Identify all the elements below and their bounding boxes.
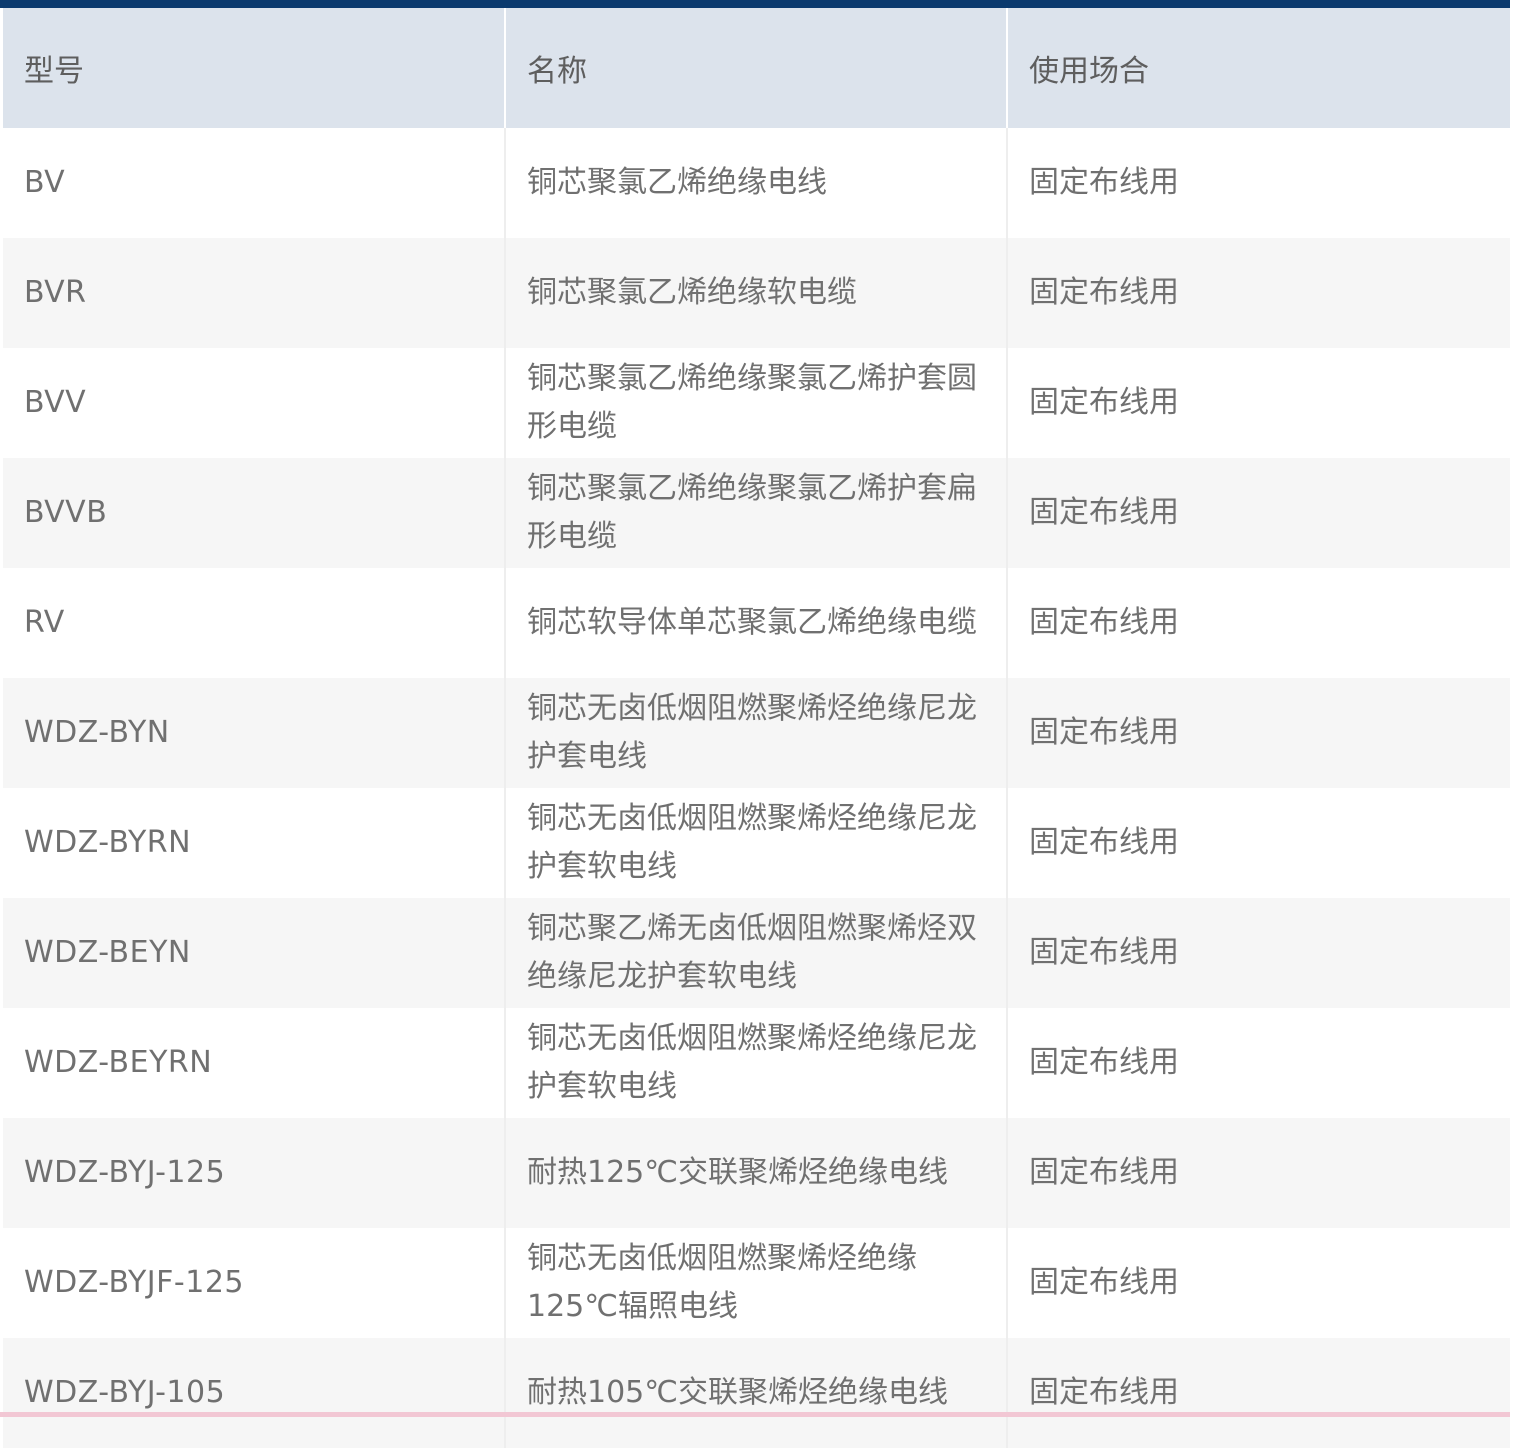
cell-model: WDZ-BEYN bbox=[3, 898, 506, 1008]
cell-usage: 固定布线用 bbox=[1007, 238, 1510, 348]
cell-model: BVR bbox=[3, 238, 506, 348]
cell-model: BVVB bbox=[3, 458, 506, 568]
table-header: 型号 名称 使用场合 bbox=[3, 8, 1510, 128]
cell-name: 铜芯无卤低烟阻燃聚烯烃绝缘尼龙护套软电线 bbox=[505, 788, 1008, 898]
cell-usage: 固定布线用 bbox=[1007, 568, 1510, 678]
table-row: RV 铜芯软导体单芯聚氯乙烯绝缘电缆 固定布线用 bbox=[3, 568, 1510, 678]
header-name: 名称 bbox=[505, 8, 1008, 128]
table-row: WDZ-BYJF-125 铜芯无卤低烟阻燃聚烯烃绝缘125℃辐照电线 固定布线用 bbox=[3, 1228, 1510, 1338]
cell-usage: 固定布线用 bbox=[1007, 458, 1510, 568]
cell-name: 耐热105℃交联聚烯烃绝缘电线 bbox=[505, 1338, 1008, 1448]
cell-model: WDZ-BYJF-125 bbox=[3, 1228, 506, 1338]
table-row: WDZ-BEYRN 铜芯无卤低烟阻燃聚烯烃绝缘尼龙护套软电线 固定布线用 bbox=[3, 1008, 1510, 1118]
cell-model: WDZ-BYRN bbox=[3, 788, 506, 898]
cell-name: 铜芯聚氯乙烯绝缘聚氯乙烯护套扁形电缆 bbox=[505, 458, 1008, 568]
cell-usage: 固定布线用 bbox=[1007, 1338, 1510, 1448]
cell-usage: 固定布线用 bbox=[1007, 348, 1510, 458]
table-row: BVVB 铜芯聚氯乙烯绝缘聚氯乙烯护套扁形电缆 固定布线用 bbox=[3, 458, 1510, 568]
table-row: WDZ-BYJ-105 耐热105℃交联聚烯烃绝缘电线 固定布线用 bbox=[3, 1338, 1510, 1448]
cell-name: 耐热125℃交联聚烯烃绝缘电线 bbox=[505, 1118, 1008, 1228]
cell-usage: 固定布线用 bbox=[1007, 1118, 1510, 1228]
cell-model: WDZ-BYN bbox=[3, 678, 506, 788]
cell-model: BV bbox=[3, 128, 506, 238]
header-model: 型号 bbox=[3, 8, 506, 128]
cell-name: 铜芯聚乙烯无卤低烟阻燃聚烯烃双绝缘尼龙护套软电线 bbox=[505, 898, 1008, 1008]
cell-name: 铜芯聚氯乙烯绝缘软电缆 bbox=[505, 238, 1008, 348]
table-row: WDZ-BYRN 铜芯无卤低烟阻燃聚烯烃绝缘尼龙护套软电线 固定布线用 bbox=[3, 788, 1510, 898]
table-row: WDZ-BYN 铜芯无卤低烟阻燃聚烯烃绝缘尼龙护套电线 固定布线用 bbox=[3, 678, 1510, 788]
table-row: WDZ-BYJ-125 耐热125℃交联聚烯烃绝缘电线 固定布线用 bbox=[3, 1118, 1510, 1228]
cell-model: RV bbox=[3, 568, 506, 678]
cell-usage: 固定布线用 bbox=[1007, 898, 1510, 1008]
top-accent-rule bbox=[0, 0, 1510, 8]
table-row: WDZ-BEYN 铜芯聚乙烯无卤低烟阻燃聚烯烃双绝缘尼龙护套软电线 固定布线用 bbox=[3, 898, 1510, 1008]
cell-model: WDZ-BEYRN bbox=[3, 1008, 506, 1118]
cell-name: 铜芯聚氯乙烯绝缘聚氯乙烯护套圆形电缆 bbox=[505, 348, 1008, 458]
cell-model: BVV bbox=[3, 348, 506, 458]
table-body: BV 铜芯聚氯乙烯绝缘电线 固定布线用 BVR 铜芯聚氯乙烯绝缘软电缆 固定布线… bbox=[3, 128, 1510, 1448]
cell-name: 铜芯无卤低烟阻燃聚烯烃绝缘125℃辐照电线 bbox=[505, 1228, 1008, 1338]
cable-spec-table: 型号 名称 使用场合 BV 铜芯聚氯乙烯绝缘电线 固定布线用 BVR 铜芯聚氯乙… bbox=[3, 8, 1510, 1448]
cell-usage: 固定布线用 bbox=[1007, 128, 1510, 238]
header-row: 型号 名称 使用场合 bbox=[3, 8, 1510, 128]
cell-name: 铜芯无卤低烟阻燃聚烯烃绝缘尼龙护套电线 bbox=[505, 678, 1008, 788]
cell-model: WDZ-BYJ-125 bbox=[3, 1118, 506, 1228]
cell-usage: 固定布线用 bbox=[1007, 1008, 1510, 1118]
cell-model: WDZ-BYJ-105 bbox=[3, 1338, 506, 1448]
table-row: BVR 铜芯聚氯乙烯绝缘软电缆 固定布线用 bbox=[3, 238, 1510, 348]
cell-name: 铜芯软导体单芯聚氯乙烯绝缘电缆 bbox=[505, 568, 1008, 678]
bottom-accent-rule bbox=[0, 1412, 1510, 1417]
cell-usage: 固定布线用 bbox=[1007, 1228, 1510, 1338]
header-usage: 使用场合 bbox=[1007, 8, 1510, 128]
table-row: BVV 铜芯聚氯乙烯绝缘聚氯乙烯护套圆形电缆 固定布线用 bbox=[3, 348, 1510, 458]
table-row: BV 铜芯聚氯乙烯绝缘电线 固定布线用 bbox=[3, 128, 1510, 238]
cell-name: 铜芯聚氯乙烯绝缘电线 bbox=[505, 128, 1008, 238]
cell-usage: 固定布线用 bbox=[1007, 678, 1510, 788]
cell-name: 铜芯无卤低烟阻燃聚烯烃绝缘尼龙护套软电线 bbox=[505, 1008, 1008, 1118]
cell-usage: 固定布线用 bbox=[1007, 788, 1510, 898]
